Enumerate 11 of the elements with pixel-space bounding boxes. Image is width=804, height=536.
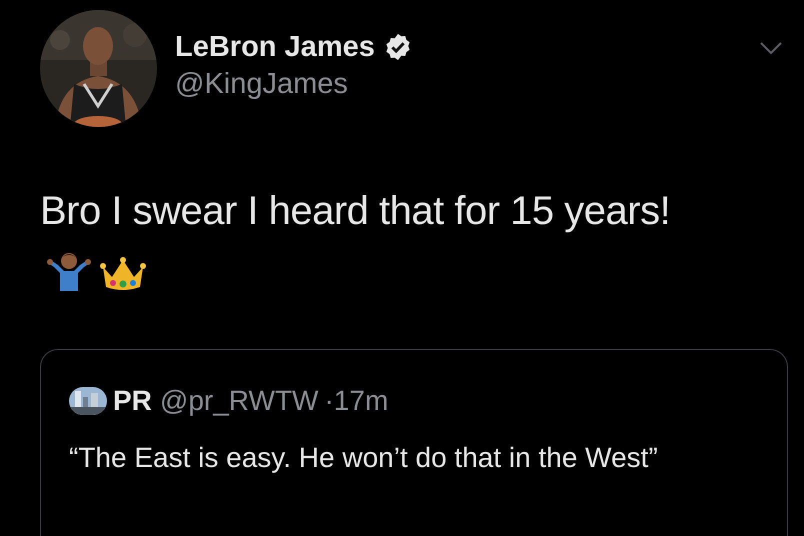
author-handle: @KingJames [175,67,349,102]
quoted-timestamp: ·17m [324,384,388,418]
chevron-down-icon[interactable] [760,42,782,56]
author-name[interactable]: LeBron James [175,29,375,65]
shrugging-person-icon [46,251,92,291]
quoted-author-handle: @pr_RWTW [160,384,318,418]
quoted-tweet-text: “The East is easy. He won’t do that in the West” [69,441,659,475]
crown-icon [100,257,146,291]
tweet-text: Bro I swear I heard that for 15 years! [40,188,672,235]
quoted-author-name[interactable]: PR [113,380,152,422]
quoted-tweet-card[interactable]: PR @pr_RWTW ·17m “The East is easy. He won’t do that in the West” [40,349,788,536]
